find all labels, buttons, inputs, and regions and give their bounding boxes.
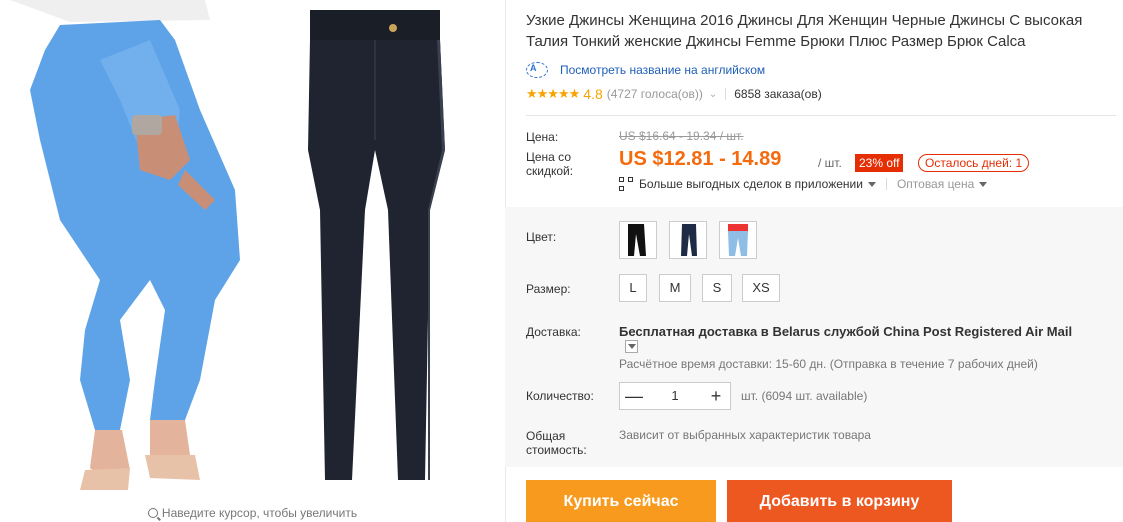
product-gallery: Наведите курсор, чтобы увеличить [0, 0, 505, 522]
total-label: Общая стоимость: [526, 429, 587, 457]
shipping-estimate: Расчётное время доставки: 15-60 дн. (Отп… [619, 357, 1038, 371]
color-option-navy[interactable] [669, 221, 707, 259]
shipping-country[interactable]: Belarus [772, 324, 820, 339]
swatch-image [681, 224, 697, 256]
separator [725, 88, 727, 100]
shipping-info: Бесплатная доставка в Belarus службой Ch… [619, 324, 1072, 339]
rating-bar: ★★★★★ 4.8 (4727 голоса(ов)) ⌄ 6858 заказ… [526, 86, 822, 102]
size-option-m[interactable]: M [659, 274, 691, 302]
chevron-down-icon[interactable]: ⌄ [709, 89, 717, 100]
discount-price-label: Цена со скидкой: [526, 150, 574, 178]
quantity-available: шт. (6094 шт. available) [741, 389, 868, 403]
size-option-l[interactable]: L [619, 274, 647, 302]
shipping-label: Доставка: [526, 325, 581, 339]
votes-count[interactable]: (4727 голоса(ов)) [607, 87, 703, 101]
app-deals-text[interactable]: Больше выгодных сделок в приложении [639, 177, 863, 191]
caret-down-icon[interactable] [867, 181, 876, 187]
quantity-input[interactable]: 1 [648, 383, 702, 409]
shipping-dropdown-icon[interactable] [625, 340, 638, 353]
buy-now-button[interactable]: Купить сейчас [526, 480, 716, 522]
qr-code-icon [619, 177, 633, 191]
size-option-xs[interactable]: XS [742, 274, 780, 302]
quantity-stepper: — 1 + [619, 382, 731, 410]
total-text: Зависит от выбранных характеристик товар… [619, 428, 871, 442]
size-option-s[interactable]: S [702, 274, 732, 302]
quantity-plus-button[interactable]: + [702, 383, 730, 409]
discount-price: US $12.81 - 14.89 [619, 148, 782, 170]
model-legs-image[interactable] [0, 0, 265, 498]
translate-link[interactable]: A Посмотреть название на английском [526, 62, 765, 78]
divider [526, 115, 1116, 116]
swatch-image [628, 224, 646, 256]
magnifier-icon [147, 508, 158, 518]
days-left-badge: Осталось дней: 1 [918, 154, 1030, 172]
wholesale-price-link[interactable]: Оптовая цена [897, 177, 974, 191]
quantity-label: Количество: [526, 389, 594, 403]
product-title: Узкие Джинсы Женщина 2016 Джинсы Для Жен… [526, 12, 1083, 50]
app-deals[interactable]: Больше выгодных сделок в приложении Опто… [619, 177, 988, 191]
black-jeans-image[interactable] [280, 10, 480, 490]
add-to-cart-button[interactable]: Добавить в корзину [727, 480, 952, 522]
color-option-light-blue[interactable] [719, 221, 757, 259]
shipping-via: службой [823, 324, 880, 339]
separator [885, 178, 887, 190]
orders-count: 6858 заказа(ов) [734, 87, 822, 101]
color-option-black[interactable] [619, 221, 657, 259]
shipping-service[interactable]: China Post Registered Air Mail [883, 324, 1072, 339]
price-label: Цена: [526, 130, 559, 144]
discount-badge: 23% off [855, 154, 904, 172]
caret-down-icon[interactable] [979, 181, 988, 187]
original-price: US $16.64 - 19.34 / шт. [619, 129, 744, 143]
size-label: Размер: [526, 282, 571, 296]
shipping-free: Бесплатная доставка в [619, 324, 769, 339]
zoom-hint: Наведите курсор, чтобы увеличить [0, 506, 505, 520]
star-rating-icon: ★★★★★ [526, 86, 580, 101]
per-unit: / шт. [818, 156, 842, 170]
translate-icon: A [526, 62, 548, 78]
quantity-minus-button[interactable]: — [620, 383, 648, 409]
rating-score: 4.8 [583, 86, 603, 102]
color-label: Цвет: [526, 230, 557, 244]
swatch-image [728, 224, 748, 256]
translate-link-text[interactable]: Посмотреть название на английском [560, 63, 765, 77]
zoom-hint-text: Наведите курсор, чтобы увеличить [161, 506, 358, 520]
